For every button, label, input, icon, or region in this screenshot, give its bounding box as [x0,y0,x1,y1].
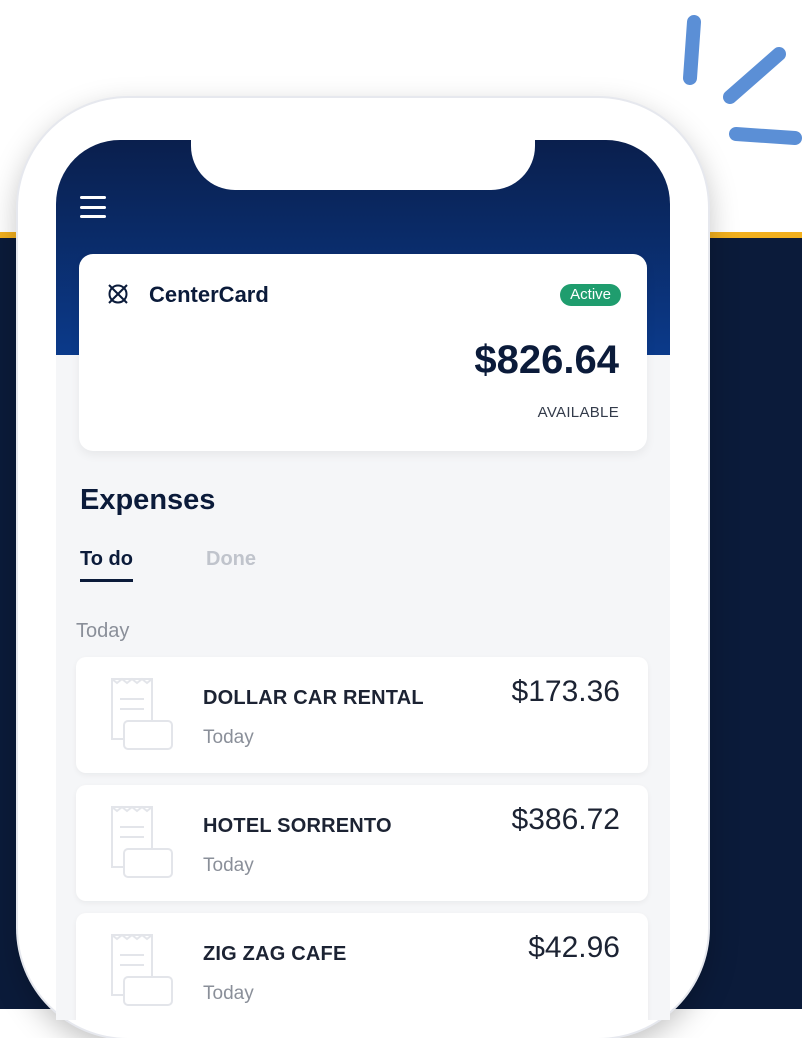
app-screen: CenterCard Active $826.64 AVAILABLE Expe… [56,140,670,1020]
receipt-icon [111,677,173,750]
expenses-title: Expenses [80,484,216,516]
expense-merchant: DOLLAR CAR RENTAL [203,687,424,709]
expense-date: Today [203,855,254,876]
tab-done[interactable]: Done [206,548,256,571]
receipt-icon [111,805,173,878]
status-badge: Active [560,284,621,306]
centercard-logo-icon [108,284,128,304]
expense-amount: $386.72 [511,803,620,836]
card-summary[interactable]: CenterCard Active $826.64 AVAILABLE [79,254,647,451]
expense-merchant: ZIG ZAG CAFE [203,943,347,965]
balance-label: AVAILABLE [537,404,619,421]
expense-amount: $173.36 [511,675,620,708]
expense-merchant: HOTEL SORRENTO [203,815,392,837]
tab-to-do[interactable]: To do [80,548,133,582]
expense-date: Today [203,983,254,1004]
card-brand-name: CenterCard [149,282,269,307]
date-group-label: Today [76,620,130,642]
expense-amount: $42.96 [528,931,620,964]
available-balance: $826.64 [474,338,619,382]
expense-item-dollar-car-rental[interactable]: DOLLAR CAR RENTAL Today $173.36 [76,657,648,773]
expense-item-hotel-sorrento[interactable]: HOTEL SORRENTO Today $386.72 [76,785,648,901]
phone-notch [191,140,535,190]
expense-date: Today [203,727,254,748]
menu-icon[interactable] [80,196,106,218]
receipt-icon [111,933,173,1006]
expense-item-zig-zag-cafe[interactable]: ZIG ZAG CAFE Today $42.96 [76,913,648,1020]
